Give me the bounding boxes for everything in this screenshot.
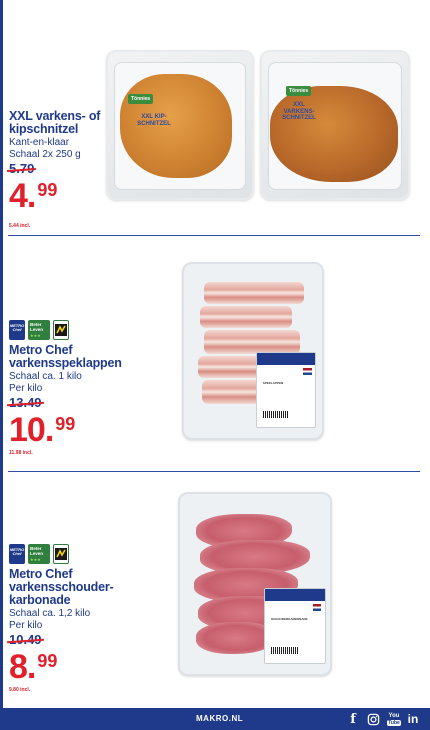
price: 10. 99 bbox=[9, 411, 76, 449]
price-whole: 10 bbox=[9, 411, 46, 449]
old-price: 13.49 bbox=[9, 395, 42, 410]
product-image-schouderkarbonade: SCHOUDERKARBONADE bbox=[178, 492, 332, 676]
badges: METRO Chef Beter Leven ★★★ bbox=[9, 320, 134, 340]
brand-label: Tönnies bbox=[286, 86, 312, 96]
website-link[interactable]: MAKRO.NL bbox=[196, 714, 243, 723]
product-desc: Schaal ca. 1,2 kilo bbox=[9, 608, 91, 619]
footer-bar: MAKRO.NL f You Tube in bbox=[0, 708, 430, 730]
price-whole: 4 bbox=[9, 177, 28, 215]
beter-leven-badge: Beter Leven ★★★ bbox=[28, 544, 50, 564]
product-pack: Per kilo bbox=[9, 382, 43, 394]
product-desc: Schaal ca. 1 kilo bbox=[9, 371, 82, 382]
price-incl: 9.80 incl. bbox=[9, 687, 31, 693]
metro-chef-badge: METRO Chef bbox=[9, 320, 25, 340]
product-schnitzel: Tönnies XXL KIP-SCHNITZEL Tönnies XXL VA… bbox=[0, 0, 430, 236]
quality-mark-icon bbox=[53, 544, 69, 564]
product-speklappen: SPEKLAPPEN METRO Chef Beter Leven ★★★ Metr… bbox=[0, 236, 430, 472]
meat-label: SPEKLAPPEN bbox=[256, 352, 316, 428]
price: 8. 99 bbox=[9, 648, 58, 686]
beter-leven-badge: Beter Leven ★★★ bbox=[28, 320, 50, 340]
old-price: 10.49 bbox=[9, 632, 42, 647]
pack-label: XXL KIP-SCHNITZEL bbox=[137, 114, 171, 127]
price: 4. 99 bbox=[9, 177, 58, 215]
price-incl: 5.44 incl. bbox=[9, 223, 31, 229]
product-pack: Schaal 2x 250 g bbox=[9, 148, 81, 160]
linkedin-icon[interactable]: in bbox=[406, 712, 420, 726]
product-image-speklappen: SPEKLAPPEN bbox=[182, 262, 324, 440]
price-cents: 99 bbox=[37, 180, 58, 200]
brand-label: Tönnies bbox=[128, 94, 154, 104]
product-info: METRO Chef Beter Leven ★★★ Metro Chef vark… bbox=[9, 544, 134, 693]
product-schouderkarbonade: SCHOUDERKARBONADE METRO Chef Beter Leven ★… bbox=[0, 472, 430, 708]
product-info: METRO Chef Beter Leven ★★★ Metro Chef vark… bbox=[9, 320, 134, 456]
metro-chef-badge: METRO Chef bbox=[9, 544, 25, 564]
product-pack: Per kilo bbox=[9, 619, 43, 631]
meat-label: SCHOUDERKARBONADE bbox=[264, 588, 326, 664]
price-cents: 99 bbox=[37, 651, 58, 671]
product-name: XXL varkens- of kipschnitzel bbox=[9, 109, 101, 136]
product-name: Metro Chef varkensspeklappen bbox=[9, 343, 122, 370]
badges: METRO Chef Beter Leven ★★★ bbox=[9, 544, 134, 564]
price-cents: 99 bbox=[55, 414, 76, 434]
old-price: 5.79 bbox=[9, 161, 35, 176]
price-incl: 11.98 incl. bbox=[9, 450, 33, 456]
quality-mark-icon bbox=[53, 320, 69, 340]
product-name: Metro Chef varkensschouder-karbonade bbox=[9, 567, 114, 607]
product-desc: Kant-en-klaar bbox=[9, 137, 70, 148]
youtube-icon[interactable]: You Tube bbox=[387, 712, 401, 726]
price-whole: 8 bbox=[9, 648, 28, 686]
product-info: XXL varkens- of kipschnitzel Kant-en-kla… bbox=[9, 109, 134, 230]
instagram-icon[interactable] bbox=[366, 712, 380, 726]
product-image-varkensschnitzel: Tönnies XXL VARKENS-SCHNITZEL bbox=[260, 50, 410, 200]
facebook-icon[interactable]: f bbox=[346, 712, 360, 727]
pack-label: XXL VARKENS-SCHNITZEL bbox=[282, 102, 316, 121]
